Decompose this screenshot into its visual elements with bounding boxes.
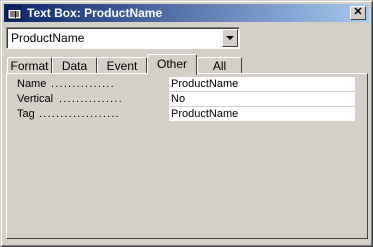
property-label: Vertical	[17, 93, 54, 105]
tab-format[interactable]: Format	[7, 57, 52, 74]
leader-dots: ...................	[39, 108, 120, 120]
close-button[interactable]: ✕	[350, 6, 366, 20]
leader-dots: ...............	[59, 93, 123, 105]
property-label: Tag	[17, 108, 35, 120]
tab-label: Format	[10, 59, 49, 73]
tab-data[interactable]: Data	[52, 57, 97, 74]
tab-label: Data	[61, 59, 88, 73]
property-row-vertical[interactable]: Vertical ............... No	[15, 92, 355, 106]
tab-other[interactable]: Other	[147, 54, 197, 75]
property-value-name[interactable]: ProductName	[169, 77, 355, 91]
window-title: Text Box: ProductName	[27, 6, 163, 20]
property-row-tag[interactable]: Tag ................... ProductName	[15, 107, 355, 121]
property-sheet-icon	[7, 6, 22, 20]
object-selector-value: ProductName	[11, 31, 85, 45]
property-value-tag[interactable]: ProductName	[169, 107, 355, 121]
tab-label: Other	[156, 57, 187, 71]
tab-label: All	[212, 59, 227, 73]
properties-panel: Name ............... ProductName Vertica…	[6, 73, 368, 239]
tab-label: Event	[106, 59, 138, 73]
close-icon: ✕	[353, 6, 363, 18]
dropdown-button[interactable]	[222, 29, 238, 47]
property-sheet-window: Text Box: ProductName ✕ ProductName Form…	[0, 0, 373, 247]
object-selector-dropdown[interactable]: ProductName	[6, 27, 240, 49]
property-row-name[interactable]: Name ............... ProductName	[15, 77, 355, 91]
property-label: Name	[17, 78, 47, 90]
tab-all[interactable]: All	[197, 57, 242, 74]
chevron-down-icon	[226, 36, 234, 40]
title-bar[interactable]: Text Box: ProductName ✕	[4, 4, 369, 22]
tab-event[interactable]: Event	[97, 57, 147, 74]
leader-dots: ...............	[51, 78, 115, 90]
property-value-vertical[interactable]: No	[169, 92, 355, 106]
